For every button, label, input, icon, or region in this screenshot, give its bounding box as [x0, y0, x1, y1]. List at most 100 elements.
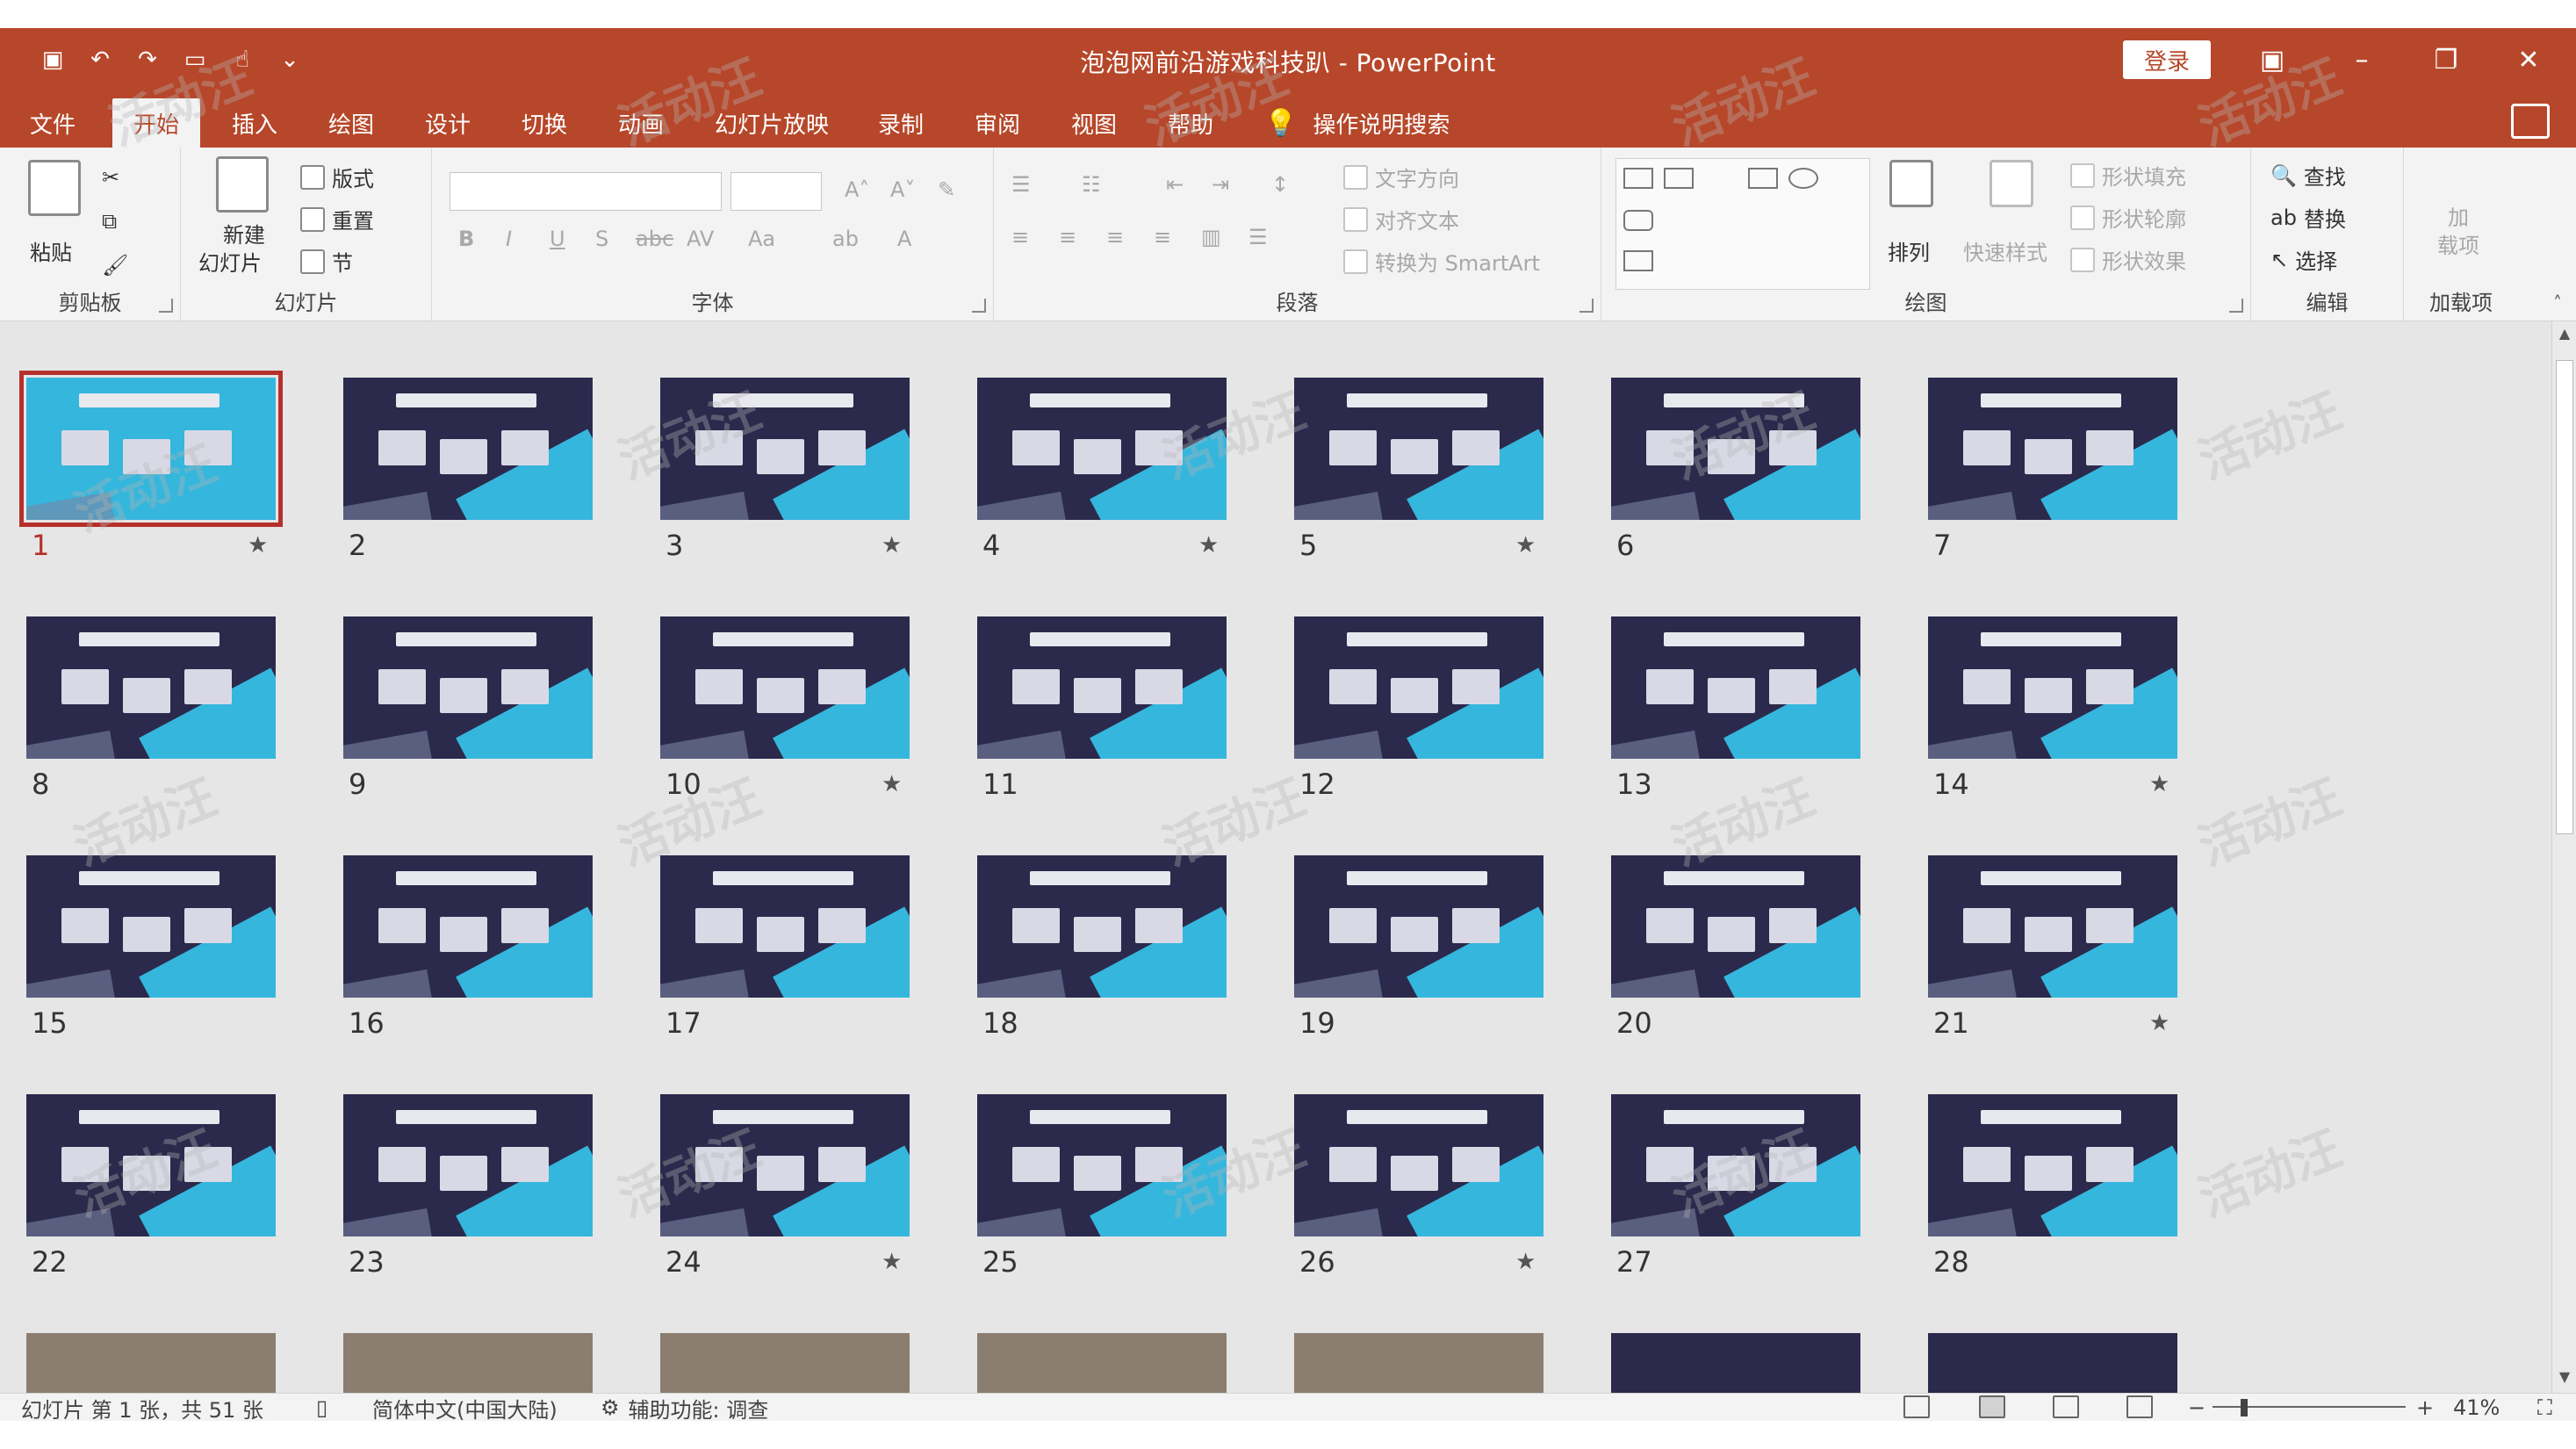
- slide-preview[interactable]: [343, 1094, 593, 1236]
- select-button[interactable]: ↖ 选择: [2270, 244, 2337, 275]
- replace-button[interactable]: ab 替换: [2270, 202, 2346, 233]
- slide-thumbnail[interactable]: 13: [1585, 604, 1860, 815]
- reset-button[interactable]: 重置: [300, 204, 374, 234]
- slide-thumbnail[interactable]: 18: [951, 843, 1227, 1054]
- slide-preview-partial[interactable]: [26, 1333, 276, 1393]
- slide-thumbnail[interactable]: 24 ★: [634, 1082, 910, 1293]
- zoom-in-icon[interactable]: +: [2416, 1395, 2434, 1420]
- slide-thumbnail[interactable]: 12: [1268, 604, 1543, 815]
- slide-preview[interactable]: [1294, 616, 1543, 759]
- layout-button[interactable]: 版式: [300, 162, 374, 192]
- drawing-launcher-icon[interactable]: [2229, 299, 2243, 313]
- format-painter-icon[interactable]: 🖌: [102, 253, 128, 278]
- slide-thumbnail[interactable]: 9: [317, 604, 593, 815]
- reading-view-icon[interactable]: [2053, 1395, 2079, 1418]
- tab-help[interactable]: 帮助: [1147, 98, 1234, 148]
- arrange-icon[interactable]: [1889, 160, 1933, 207]
- animation-star-icon[interactable]: ★: [881, 1249, 902, 1275]
- addin-label-2[interactable]: 载项: [2437, 228, 2479, 259]
- font-name-field[interactable]: [450, 172, 722, 211]
- slide-preview[interactable]: [660, 855, 910, 998]
- italic-button[interactable]: I: [506, 227, 512, 251]
- tab-transitions[interactable]: 切换: [500, 98, 588, 148]
- slide-preview-partial[interactable]: [660, 1333, 910, 1393]
- increase-font-icon[interactable]: A˄: [845, 177, 869, 202]
- slide-preview[interactable]: [977, 855, 1227, 998]
- close-icon[interactable]: ✕: [2502, 39, 2555, 81]
- login-button[interactable]: 登录: [2123, 40, 2211, 79]
- tab-slideshow[interactable]: 幻灯片放映: [694, 98, 850, 148]
- slide-preview[interactable]: [343, 616, 593, 759]
- slide-thumbnail[interactable]: 10 ★: [634, 604, 910, 815]
- new-slide-icon[interactable]: [216, 156, 269, 213]
- change-case-button[interactable]: Aa: [748, 227, 775, 251]
- slide-preview[interactable]: [660, 1094, 910, 1236]
- justify-icon[interactable]: ≡: [1154, 225, 1171, 249]
- para-align-icon[interactable]: ☰: [1248, 225, 1268, 249]
- slide-preview[interactable]: [343, 378, 593, 520]
- tab-file[interactable]: 文件: [9, 98, 97, 148]
- comments-icon[interactable]: [2511, 104, 2550, 139]
- new-slide-label-1[interactable]: 新建: [223, 218, 265, 249]
- paste-icon[interactable]: [28, 160, 81, 216]
- slide-thumbnail[interactable]: 14 ★: [1902, 604, 2177, 815]
- slide-thumbnail[interactable]: 11: [951, 604, 1227, 815]
- shape-effects-button[interactable]: 形状效果: [2070, 244, 2186, 275]
- tab-review[interactable]: 审阅: [953, 98, 1041, 148]
- columns-icon[interactable]: ▥: [1201, 225, 1221, 249]
- animation-star-icon[interactable]: ★: [881, 771, 902, 797]
- slide-thumbnail[interactable]: 25: [951, 1082, 1227, 1293]
- find-button[interactable]: 🔍 查找: [2270, 160, 2346, 191]
- slide-thumbnail[interactable]: 20: [1585, 843, 1860, 1054]
- slide-preview[interactable]: [1294, 855, 1543, 998]
- oval-shape-icon[interactable]: [1788, 168, 1818, 189]
- font-launcher-icon[interactable]: [972, 299, 986, 313]
- restore-icon[interactable]: ❐: [2420, 39, 2472, 81]
- zoom-slider-knob[interactable]: [2241, 1399, 2248, 1417]
- font-size-field[interactable]: [730, 172, 822, 211]
- align-center-icon[interactable]: ≡: [1059, 225, 1076, 249]
- animation-star-icon[interactable]: ★: [2149, 1010, 2169, 1036]
- slide-preview[interactable]: [26, 855, 276, 998]
- ribbon-display-icon[interactable]: ▣: [2246, 39, 2299, 81]
- shape-outline-button[interactable]: 形状轮廓: [2070, 202, 2186, 233]
- decrease-font-icon[interactable]: A˅: [890, 177, 915, 202]
- slide-preview[interactable]: [1294, 378, 1543, 520]
- tab-view[interactable]: 视图: [1050, 98, 1138, 148]
- slide-thumbnail[interactable]: 8: [0, 604, 276, 815]
- bullets-icon[interactable]: ☰: [1011, 172, 1031, 197]
- animation-star-icon[interactable]: ★: [1515, 532, 1536, 559]
- text-direction-button[interactable]: 文字方向: [1343, 162, 1459, 192]
- slide-preview[interactable]: [1611, 1094, 1860, 1236]
- slide-thumbnail[interactable]: 23: [317, 1082, 593, 1293]
- new-slide-label-2[interactable]: 幻灯片: [198, 246, 262, 277]
- slide-thumbnail[interactable]: 22: [0, 1082, 276, 1293]
- shadow-button[interactable]: S: [595, 227, 608, 251]
- animation-star-icon[interactable]: ★: [881, 532, 902, 559]
- smartart-button[interactable]: 转换为 SmartArt: [1343, 246, 1540, 277]
- slide-preview-partial[interactable]: [1611, 1333, 1860, 1393]
- slide-preview[interactable]: [1611, 378, 1860, 520]
- slide-preview[interactable]: [343, 855, 593, 998]
- slide-thumbnail[interactable]: 4 ★: [951, 365, 1227, 576]
- slide-preview-partial[interactable]: [343, 1333, 593, 1393]
- more-shapes-icon[interactable]: [1623, 250, 1653, 271]
- slide-thumbnail[interactable]: 16: [317, 843, 593, 1054]
- addin-label-1[interactable]: 加: [2448, 200, 2469, 231]
- tab-draw[interactable]: 绘图: [307, 98, 395, 148]
- scroll-down-icon[interactable]: ▼: [2556, 1368, 2573, 1389]
- slideshow-view-icon[interactable]: [2126, 1395, 2153, 1418]
- vtextbox-shape-icon[interactable]: [1664, 168, 1694, 189]
- slide-thumbnail[interactable]: 2: [317, 365, 593, 576]
- slide-preview[interactable]: [1928, 855, 2177, 998]
- slide-thumbnail[interactable]: 17: [634, 843, 910, 1054]
- slide-preview-partial[interactable]: [1294, 1333, 1543, 1393]
- scroll-up-icon[interactable]: ▲: [2556, 325, 2573, 346]
- slide-preview[interactable]: [660, 378, 910, 520]
- line-spacing-icon[interactable]: ↕: [1271, 172, 1289, 197]
- slide-preview[interactable]: [1611, 616, 1860, 759]
- collapse-ribbon-icon[interactable]: ˄: [2553, 292, 2562, 314]
- slide-preview[interactable]: [19, 371, 283, 527]
- rect-shape-icon[interactable]: [1748, 168, 1778, 189]
- strikethrough-button[interactable]: abc: [636, 227, 673, 251]
